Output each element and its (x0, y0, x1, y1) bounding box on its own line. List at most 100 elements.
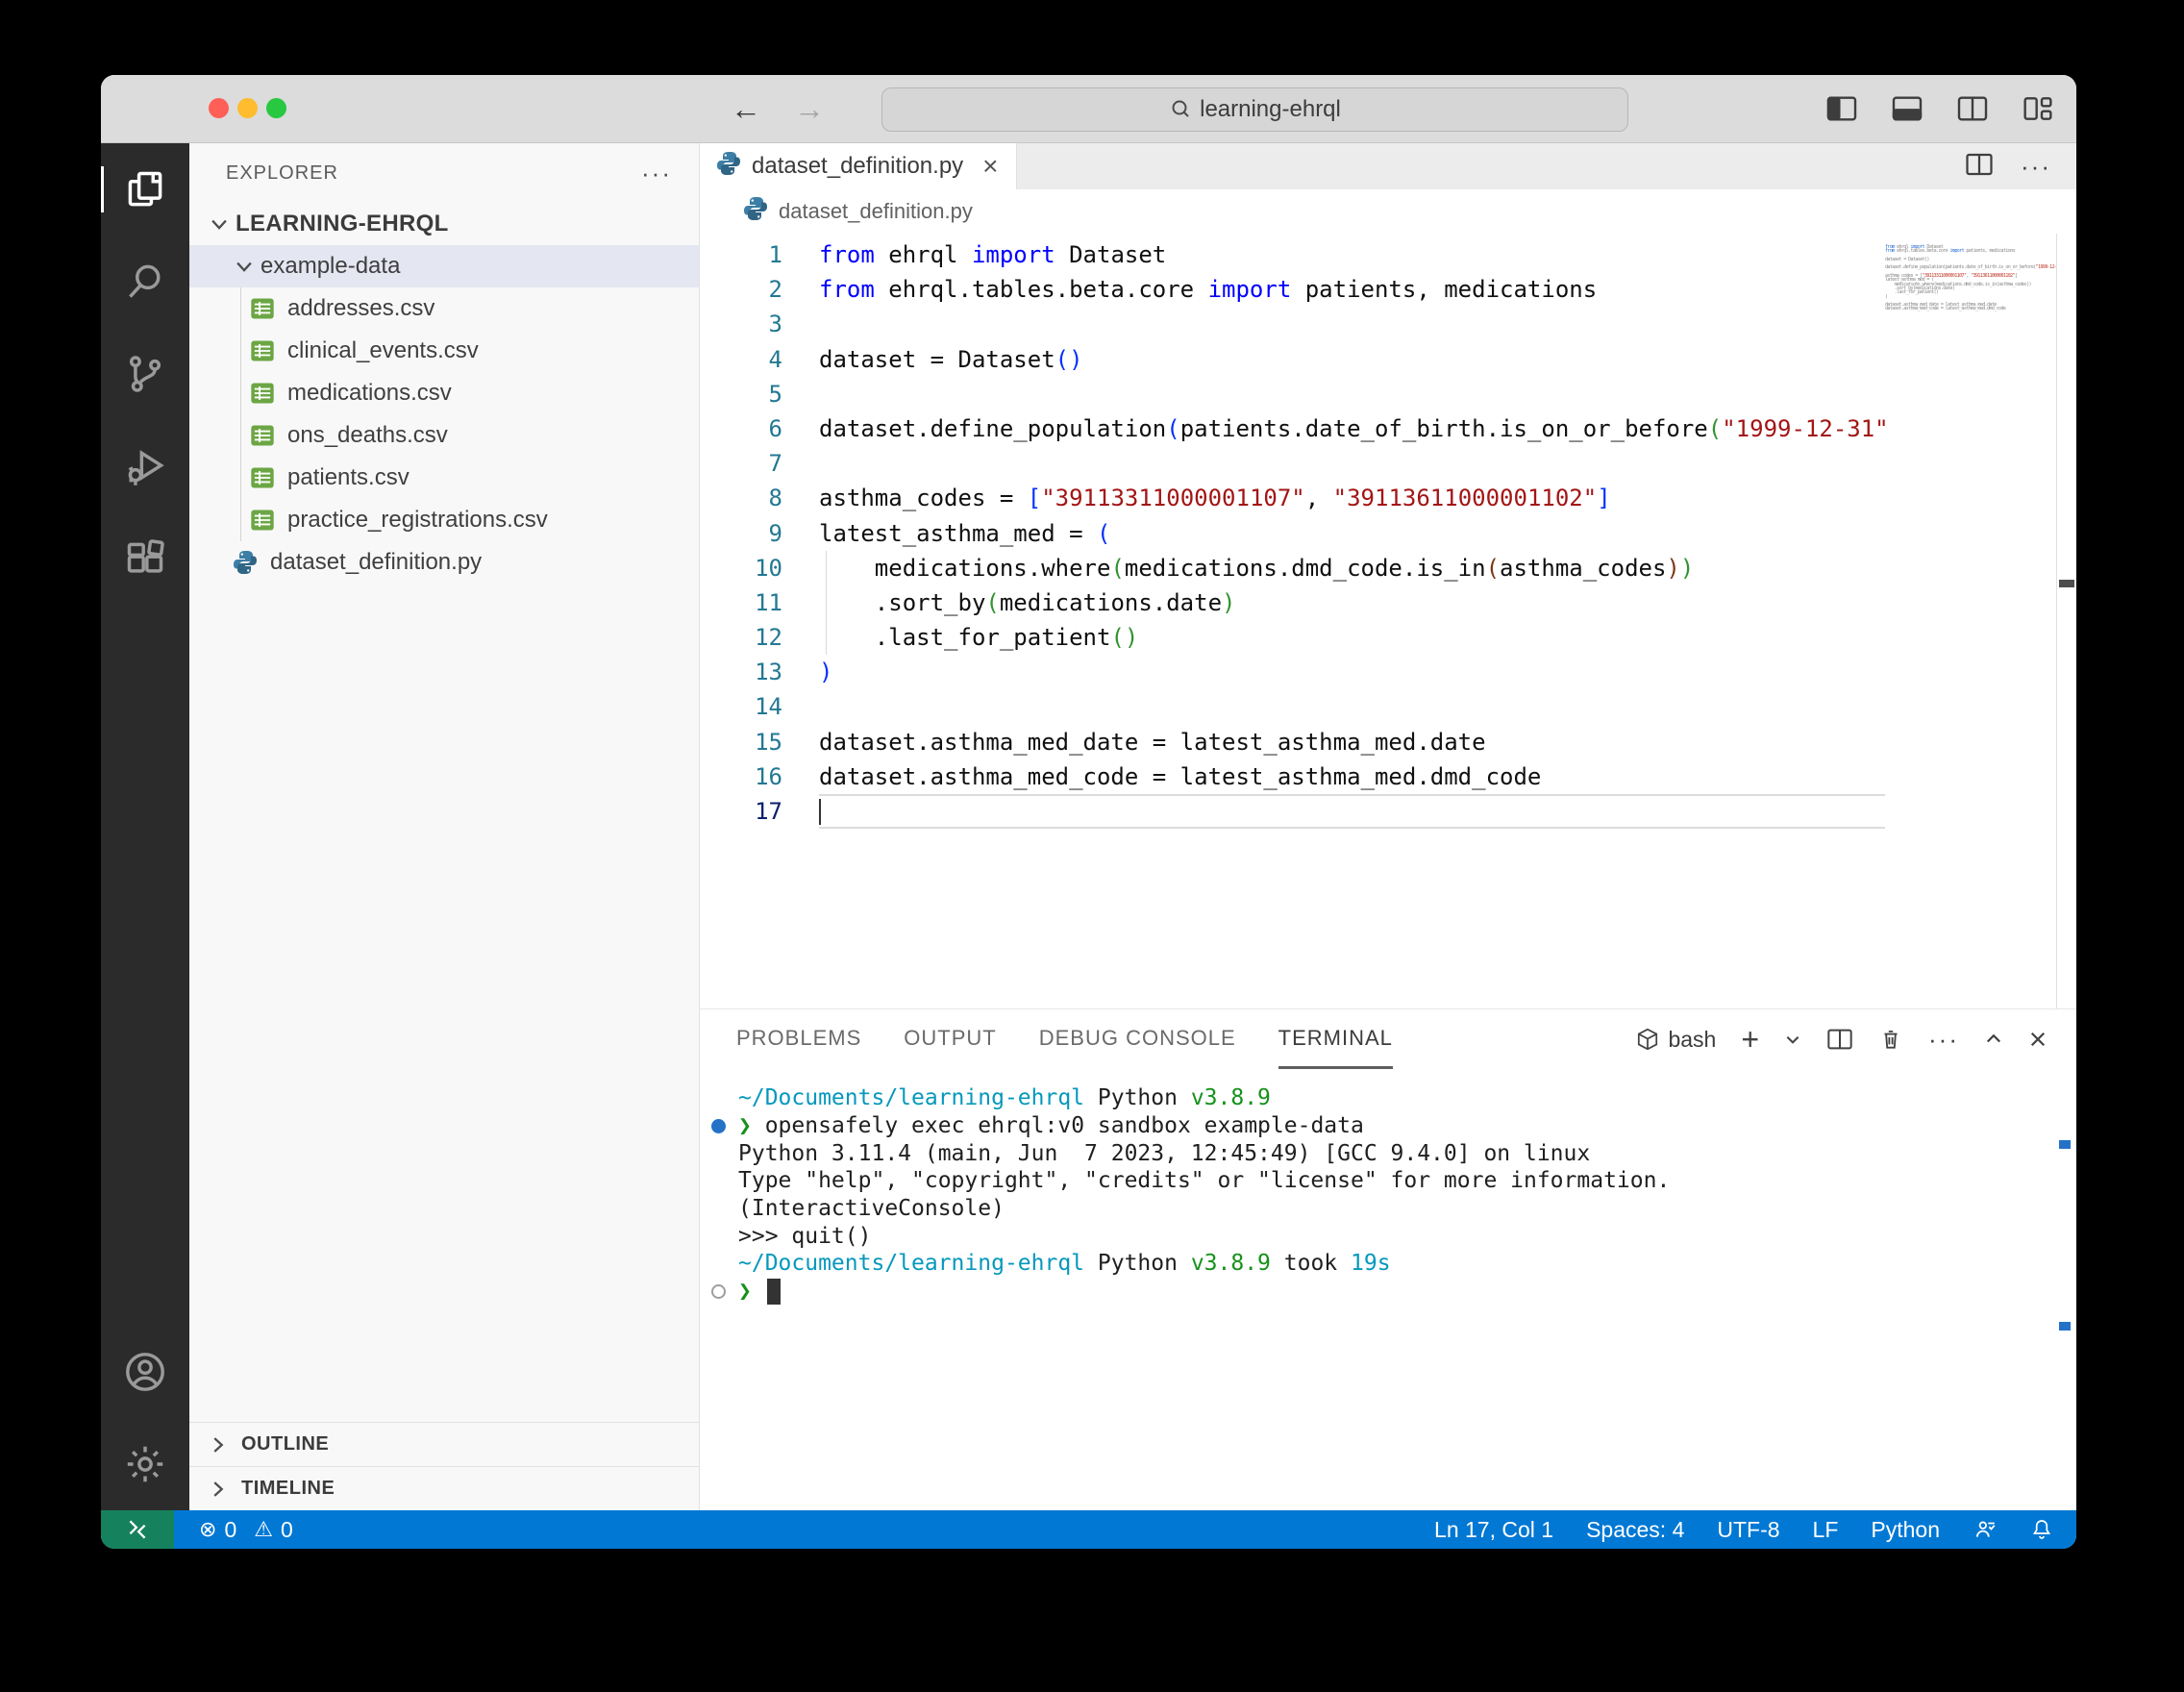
remote-indicator[interactable] (101, 1510, 174, 1549)
text-cursor (819, 799, 821, 825)
close-window-button[interactable] (209, 98, 229, 118)
settings-gear-icon[interactable] (101, 1418, 189, 1510)
split-terminal-icon[interactable] (1826, 1027, 1853, 1052)
tree-file-dataset-definition-py[interactable]: dataset_definition.py (189, 541, 699, 584)
file-tree: LEARNING-EHRQLexample-dataaddresses.csvc… (189, 203, 699, 584)
explorer-icon[interactable] (101, 143, 189, 236)
bell-icon[interactable] (2030, 1518, 2053, 1541)
terminal[interactable]: ~/Documents/learning-ehrql Python v3.8.9… (700, 1069, 2076, 1510)
status-indentation[interactable]: Spaces: 4 (1586, 1517, 1684, 1543)
run-debug-icon[interactable] (101, 420, 189, 512)
tree-folder-example-data[interactable]: example-data (189, 245, 699, 287)
explorer-more-actions-icon[interactable]: ··· (641, 159, 672, 188)
line-number: 12 (700, 620, 782, 655)
code-line-10[interactable]: 10 medications.where(medications.dmd_cod… (700, 551, 1885, 585)
code-line-16[interactable]: 16dataset.asthma_med_code = latest_asthm… (700, 759, 1885, 794)
csv-file-icon (249, 337, 287, 364)
problems-status[interactable]: ⊗ 0 ⚠ 0 (199, 1517, 293, 1543)
toggle-panel-icon[interactable] (1892, 95, 1923, 122)
code-line-7[interactable]: 7 (700, 446, 1885, 481)
code-line-1[interactable]: 1from ehrql import Dataset (700, 237, 1885, 272)
source-control-icon[interactable] (101, 328, 189, 420)
tree-file-addresses-csv[interactable]: addresses.csv (189, 287, 699, 330)
code-line-15[interactable]: 15dataset.asthma_med_date = latest_asthm… (700, 725, 1885, 759)
code-line-5[interactable]: 5 (700, 377, 1885, 411)
search-icon[interactable] (101, 236, 189, 328)
code-editor[interactable]: 1from ehrql import Dataset2from ehrql.ta… (700, 234, 2076, 1008)
terminal-line-1: ~/Documents/learning-ehrql Python v3.8.9 (700, 1084, 2076, 1112)
panel-tab-bar: PROBLEMS OUTPUT DEBUG CONSOLE TERMINAL b… (700, 1009, 2076, 1069)
more-actions-icon[interactable]: ··· (1928, 1025, 1959, 1055)
tree-file-clinical-events-csv[interactable]: clinical_events.csv (189, 330, 699, 372)
code-line-content: latest_asthma_med = ( (819, 516, 1885, 551)
tab-output[interactable]: OUTPUT (904, 1009, 996, 1069)
command-center-search[interactable]: learning-ehrql (881, 87, 1628, 132)
desktop-background: ← → learning-ehrql (0, 0, 2184, 1692)
titlebar: ← → learning-ehrql (101, 75, 2076, 143)
code-line-2[interactable]: 2from ehrql.tables.beta.core import pati… (700, 272, 1885, 307)
code-line-11[interactable]: 11 .sort_by(medications.date) (700, 585, 1885, 620)
more-actions-icon[interactable]: ··· (2021, 152, 2051, 182)
status-language[interactable]: Python (1871, 1517, 1940, 1543)
minimize-window-button[interactable] (237, 98, 258, 118)
tree-item-label: patients.csv (287, 464, 410, 491)
tab-terminal[interactable]: TERMINAL (1278, 1009, 1393, 1069)
line-number: 8 (700, 481, 782, 515)
tree-file-medications-csv[interactable]: medications.csv (189, 372, 699, 414)
customize-layout-icon[interactable] (2023, 95, 2053, 122)
extensions-icon[interactable] (101, 512, 189, 605)
overview-ruler[interactable] (2057, 234, 2076, 1008)
terminal-line-6: >>> quit() (700, 1222, 2076, 1250)
tab-dataset-definition-py[interactable]: dataset_definition.py × (700, 143, 1017, 189)
maximize-panel-icon[interactable] (1984, 1030, 2003, 1049)
timeline-section[interactable]: TIMELINE (189, 1466, 699, 1510)
close-tab-icon[interactable]: × (982, 153, 998, 180)
tab-problems[interactable]: PROBLEMS (736, 1009, 861, 1069)
kill-terminal-icon[interactable] (1878, 1027, 1903, 1052)
split-editor-icon[interactable] (1965, 151, 1994, 183)
code-line-8[interactable]: 8 asthma_codes = ["39113311000001107", "3… (700, 481, 1885, 515)
status-eol[interactable]: LF (1813, 1517, 1839, 1543)
code-line-17[interactable]: 17 (700, 794, 1885, 829)
zoom-window-button[interactable] (266, 98, 286, 118)
tree-file-practice-registrations-csv[interactable]: practice_registrations.csv (189, 499, 699, 541)
tab-debug-console[interactable]: DEBUG CONSOLE (1039, 1009, 1236, 1069)
csv-file-icon (249, 295, 287, 322)
navigate-forward-button[interactable]: → (794, 93, 825, 124)
minimap[interactable]: from ehrql import Datasetfrom ehrql.tabl… (1885, 234, 2057, 1008)
tree-root-learning-ehrql[interactable]: LEARNING-EHRQL (189, 203, 699, 245)
toggle-secondary-sidebar-icon[interactable] (1957, 95, 1988, 122)
line-number: 4 (700, 342, 782, 377)
status-encoding[interactable]: UTF-8 (1717, 1517, 1779, 1543)
command-pending-decoration[interactable] (711, 1284, 726, 1299)
account-icon[interactable] (101, 1326, 189, 1418)
code-line-13[interactable]: 13) (700, 655, 1885, 689)
chevron-right-icon (209, 1435, 228, 1455)
code-line-12[interactable]: 12 .last_for_patient() (700, 620, 1885, 655)
shell-label: bash (1668, 1027, 1716, 1053)
terminal-profile-chevron-icon[interactable] (1784, 1031, 1801, 1048)
navigate-back-button[interactable]: ← (731, 93, 761, 124)
new-terminal-icon[interactable]: + (1741, 1024, 1759, 1055)
python-file-icon (715, 150, 742, 184)
remote-icon (125, 1517, 150, 1542)
close-panel-icon[interactable] (2028, 1030, 2048, 1049)
code-line-4[interactable]: 4dataset = Dataset() (700, 342, 1885, 377)
terminal-shell-chip[interactable]: bash (1635, 1027, 1716, 1053)
code-line-content: from ehrql import Dataset (819, 237, 1885, 272)
feedback-icon[interactable] (1973, 1517, 1998, 1542)
tree-file-ons-deaths-csv[interactable]: ons_deaths.csv (189, 414, 699, 457)
code-line-3[interactable]: 3 (700, 307, 1885, 341)
tree-item-label: dataset_definition.py (270, 549, 482, 576)
breadcrumb[interactable]: dataset_definition.py (700, 189, 2076, 234)
tree-file-patients-csv[interactable]: patients.csv (189, 457, 699, 499)
code-line-9[interactable]: 9latest_asthma_med = ( (700, 516, 1885, 551)
code-line-content: asthma_codes = ["39113311000001107", "39… (819, 481, 1885, 515)
command-success-decoration[interactable] (711, 1119, 726, 1133)
toggle-primary-sidebar-icon[interactable] (1826, 95, 1857, 122)
code-line-content (819, 377, 1885, 411)
code-line-14[interactable]: 14 (700, 689, 1885, 724)
outline-section[interactable]: OUTLINE (189, 1422, 699, 1466)
code-line-6[interactable]: 6dataset.define_population(patients.date… (700, 411, 1885, 446)
status-line-col[interactable]: Ln 17, Col 1 (1434, 1517, 1553, 1543)
